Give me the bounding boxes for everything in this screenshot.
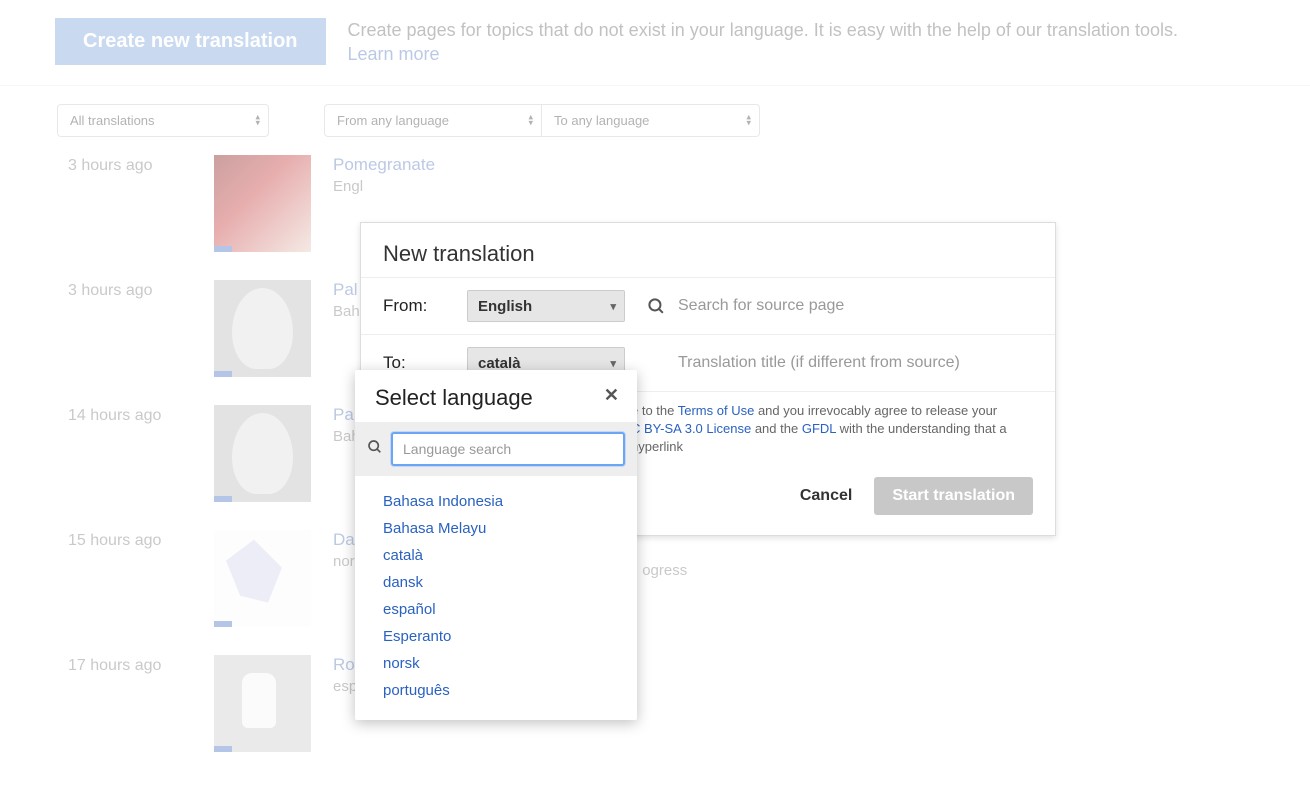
translation-title-input[interactable]	[678, 354, 1033, 372]
filter-from-language[interactable]: From any language ▴▾	[324, 104, 542, 137]
item-text: Pomegranate Engl	[311, 155, 435, 195]
item-thumbnail	[214, 655, 311, 752]
item-subtitle: Engl	[333, 178, 435, 195]
language-option[interactable]: Bahasa Melayu	[355, 515, 637, 542]
start-translation-button[interactable]: Start translation	[874, 477, 1033, 515]
item-time: 3 hours ago	[68, 280, 214, 300]
language-option[interactable]: português	[355, 677, 637, 704]
item-time: 14 hours ago	[68, 405, 214, 425]
item-time: 3 hours ago	[68, 155, 214, 175]
list-item[interactable]: 15 hours agoDanorsogress	[68, 530, 1310, 627]
language-option[interactable]: Bahasa Indonesia	[355, 488, 637, 515]
filters-row: All translations ▴▾ From any language ▴▾…	[0, 86, 1310, 155]
language-option[interactable]: Esperanto	[355, 623, 637, 650]
language-search-input[interactable]	[391, 432, 625, 466]
from-language-select[interactable]: English ▾	[467, 290, 625, 322]
language-option[interactable]: català	[355, 542, 637, 569]
language-option[interactable]: norsk	[355, 650, 637, 677]
popover-title: Select language	[375, 384, 533, 412]
chevron-updown-icon: ▴▾	[255, 114, 260, 127]
cancel-button[interactable]: Cancel	[800, 487, 852, 505]
to-language-value: català	[478, 355, 521, 372]
gfdl-link[interactable]: GFDL	[802, 421, 836, 436]
list-item[interactable]: 17 hours agoRoespa	[68, 655, 1310, 752]
header: Create new translation Create pages for …	[0, 0, 1310, 86]
language-option[interactable]: español	[355, 596, 637, 623]
from-language-value: English	[478, 298, 532, 315]
cc-license-link[interactable]: C BY-SA 3.0 License	[631, 421, 751, 436]
item-thumbnail	[214, 280, 311, 377]
filter-all-label: All translations	[70, 113, 155, 128]
select-language-popover: Select language ✕ Bahasa IndonesiaBahasa…	[355, 370, 637, 720]
create-new-translation-button[interactable]: Create new translation	[55, 18, 326, 65]
source-page-search-input[interactable]	[678, 297, 1033, 315]
chevron-down-icon: ▾	[610, 357, 616, 370]
item-time: 15 hours ago	[68, 530, 214, 550]
item-thumbnail	[214, 155, 311, 252]
filter-to-language[interactable]: To any language ▴▾	[542, 104, 760, 137]
modal-from-row: From: English ▾	[361, 277, 1055, 334]
filter-all-translations[interactable]: All translations ▴▾	[57, 104, 269, 137]
filter-to-label: To any language	[554, 113, 649, 128]
chevron-updown-icon: ▴▾	[528, 114, 533, 127]
close-icon[interactable]: ✕	[602, 384, 621, 406]
search-icon	[367, 439, 383, 458]
terms-of-use-link[interactable]: Terms of Use	[678, 403, 755, 418]
item-extra-text: ogress	[642, 562, 687, 579]
header-desc: Create pages for topics that do not exis…	[348, 20, 1178, 40]
filter-from-label: From any language	[337, 113, 449, 128]
item-time: 17 hours ago	[68, 655, 214, 675]
language-option[interactable]: dansk	[355, 569, 637, 596]
chevron-updown-icon: ▴▾	[746, 114, 751, 127]
chevron-down-icon: ▾	[610, 300, 616, 313]
search-icon	[647, 297, 666, 316]
item-thumbnail	[214, 405, 311, 502]
item-thumbnail	[214, 530, 311, 627]
language-list: Bahasa IndonesiaBahasa Melayucatalàdansk…	[355, 476, 637, 720]
learn-more-link[interactable]: Learn more	[348, 42, 1178, 66]
item-title[interactable]: Pomegranate	[333, 155, 435, 175]
modal-title: New translation	[361, 223, 1055, 277]
header-text: Create pages for topics that do not exis…	[348, 18, 1178, 67]
from-label: From:	[383, 296, 467, 316]
